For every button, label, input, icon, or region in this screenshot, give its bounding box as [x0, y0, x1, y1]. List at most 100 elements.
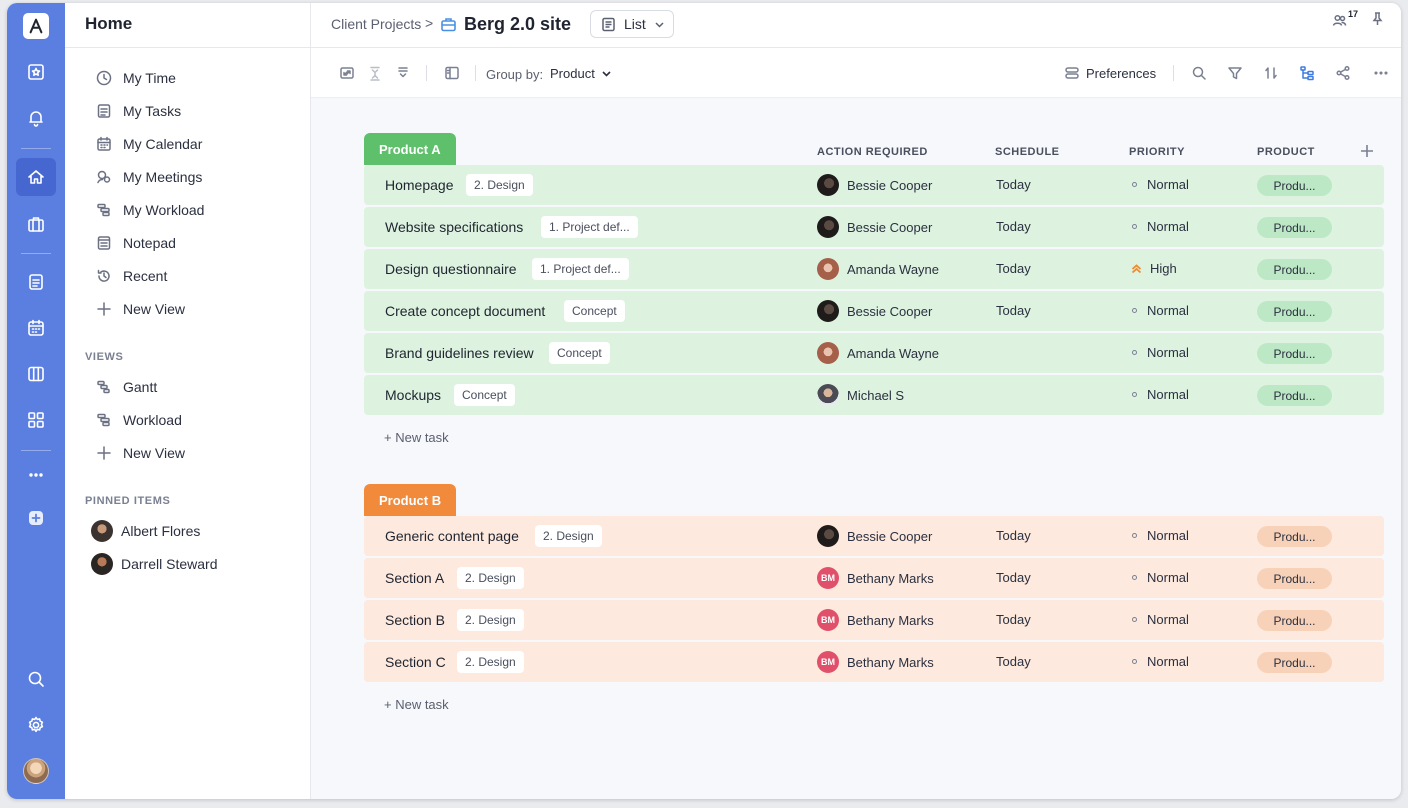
product-pill[interactable]: Produ... [1257, 526, 1332, 547]
task-name[interactable]: Create concept document [385, 303, 545, 319]
calendar-icon[interactable] [16, 309, 56, 347]
task-name[interactable]: Website specifications [385, 219, 523, 235]
new-task-button[interactable]: + New task [384, 697, 449, 712]
hierarchy-icon[interactable] [1299, 65, 1315, 81]
product-pill[interactable]: Produ... [1257, 568, 1332, 589]
assignee[interactable]: Amanda Wayne [817, 342, 939, 364]
logo-icon[interactable] [23, 13, 49, 39]
product-pill[interactable]: Produ... [1257, 343, 1332, 364]
sidebar-item-my-workload[interactable]: My Workload [95, 199, 204, 221]
briefcase-icon[interactable] [16, 205, 56, 243]
filter-icon[interactable] [1227, 65, 1243, 81]
priority-cell[interactable]: Normal [1132, 345, 1189, 360]
schedule-cell[interactable]: Today [996, 177, 1031, 192]
priority-cell[interactable]: Normal [1132, 528, 1189, 543]
table-row[interactable]: Website specifications 1. Project def...… [364, 207, 1384, 247]
group-tag-product-a[interactable]: Product A [364, 133, 456, 165]
task-name[interactable]: Mockups [385, 387, 441, 403]
assignee[interactable]: Amanda Wayne [817, 258, 939, 280]
search-icon[interactable] [1191, 65, 1207, 81]
members-icon[interactable] [1332, 13, 1347, 28]
sidebar-view-new-view[interactable]: New View [95, 442, 185, 464]
column-header-priority[interactable]: PRIORITY [1129, 146, 1185, 158]
schedule-cell[interactable]: Today [996, 570, 1031, 585]
task-name[interactable]: Section C [385, 654, 446, 670]
table-row[interactable]: Mockups Concept Michael S Normal Produ..… [364, 375, 1384, 415]
column-header-product[interactable]: PRODUCT [1257, 146, 1315, 158]
pinned-item-darrell-steward[interactable]: Darrell Steward [91, 553, 217, 575]
sidebar-item-recent[interactable]: Recent [95, 265, 167, 287]
table-row[interactable]: Homepage 2. Design Bessie Cooper Today N… [364, 165, 1384, 205]
product-pill[interactable]: Produ... [1257, 301, 1332, 322]
stage-tag[interactable]: 2. Design [457, 609, 524, 631]
expand-all-icon[interactable] [395, 65, 411, 81]
expand-icon[interactable] [339, 65, 355, 81]
stage-tag[interactable]: 1. Project def... [532, 258, 629, 280]
product-pill[interactable]: Produ... [1257, 259, 1332, 280]
board-icon[interactable] [16, 355, 56, 393]
task-name[interactable]: Homepage [385, 177, 454, 193]
sidebar-item-my-tasks[interactable]: My Tasks [95, 100, 181, 122]
priority-cell[interactable]: Normal [1132, 654, 1189, 669]
sidebar-view-workload[interactable]: Workload [95, 409, 182, 431]
assignee[interactable]: Bessie Cooper [817, 174, 932, 196]
table-row[interactable]: Section B 2. Design BM Bethany Marks Toda… [364, 600, 1384, 640]
product-pill[interactable]: Produ... [1257, 217, 1332, 238]
table-row[interactable]: Design questionnaire 1. Project def... A… [364, 249, 1384, 289]
column-header-schedule[interactable]: SCHEDULE [995, 146, 1060, 158]
priority-cell[interactable]: Normal [1132, 219, 1189, 234]
stage-tag[interactable]: 2. Design [457, 651, 524, 673]
product-pill[interactable]: Produ... [1257, 652, 1332, 673]
priority-cell[interactable]: High [1130, 261, 1177, 276]
stage-tag[interactable]: Concept [564, 300, 625, 322]
more-icon[interactable] [16, 456, 56, 494]
schedule-cell[interactable]: Today [996, 261, 1031, 276]
new-task-button[interactable]: + New task [384, 430, 449, 445]
group-tag-product-b[interactable]: Product B [364, 484, 457, 516]
search-icon[interactable] [16, 660, 56, 698]
task-name[interactable]: Section B [385, 612, 445, 628]
table-row[interactable]: Brand guidelines review Concept Amanda W… [364, 333, 1384, 373]
star-calendar-icon[interactable] [16, 53, 56, 91]
table-row[interactable]: Section A 2. Design BM Bethany Marks Toda… [364, 558, 1384, 598]
gear-icon[interactable] [16, 706, 56, 744]
user-avatar[interactable] [23, 758, 49, 784]
task-name[interactable]: Design questionnaire [385, 261, 517, 277]
task-name[interactable]: Generic content page [385, 528, 519, 544]
more-icon[interactable] [1373, 65, 1389, 81]
sidebar-view-gantt[interactable]: Gantt [95, 376, 157, 398]
priority-cell[interactable]: Normal [1132, 612, 1189, 627]
view-selector[interactable]: List [590, 10, 674, 38]
sort-icon[interactable] [1263, 65, 1279, 81]
grid-icon[interactable] [16, 401, 56, 439]
assignee[interactable]: Bessie Cooper [817, 300, 932, 322]
document-icon[interactable] [16, 263, 56, 301]
priority-cell[interactable]: Normal [1132, 303, 1189, 318]
schedule-cell[interactable]: Today [996, 528, 1031, 543]
priority-cell[interactable]: Normal [1132, 570, 1189, 585]
add-icon[interactable] [16, 499, 56, 537]
add-column-icon[interactable] [1360, 144, 1374, 158]
column-header-action[interactable]: ACTION REQUIRED [817, 146, 928, 158]
bell-icon[interactable] [16, 99, 56, 137]
assignee[interactable]: Bessie Cooper [817, 216, 932, 238]
table-row[interactable]: Generic content page 2. Design Bessie Co… [364, 516, 1384, 556]
sidebar-item-my-meetings[interactable]: My Meetings [95, 166, 202, 188]
pinned-item-albert-flores[interactable]: Albert Flores [91, 520, 200, 542]
assignee[interactable]: Michael S [817, 384, 904, 406]
stage-tag[interactable]: 2. Design [466, 174, 533, 196]
stage-tag[interactable]: Concept [454, 384, 515, 406]
assignee[interactable]: BM Bethany Marks [817, 609, 934, 631]
product-pill[interactable]: Produ... [1257, 610, 1332, 631]
home-icon[interactable] [16, 158, 56, 196]
sidebar-item-my-time[interactable]: My Time [95, 67, 176, 89]
stage-tag[interactable]: 1. Project def... [541, 216, 638, 238]
assignee[interactable]: BM Bethany Marks [817, 651, 934, 673]
stage-tag[interactable]: 2. Design [535, 525, 602, 547]
schedule-cell[interactable]: Today [996, 654, 1031, 669]
product-pill[interactable]: Produ... [1257, 175, 1332, 196]
preferences-button[interactable]: Preferences [1064, 65, 1156, 81]
stage-tag[interactable]: Concept [549, 342, 610, 364]
sidebar-item-new-view[interactable]: New View [95, 298, 185, 320]
stage-tag[interactable]: 2. Design [457, 567, 524, 589]
